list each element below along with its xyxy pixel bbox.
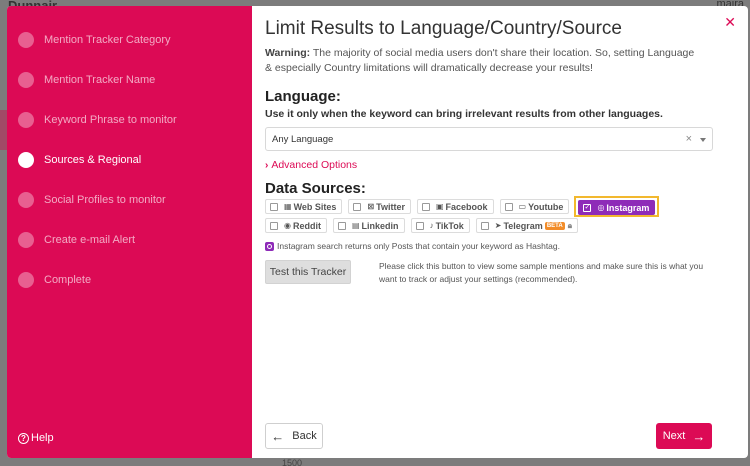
language-hint: Use it only when the keyword can bring i… <box>265 108 663 120</box>
source-label: Youtube <box>528 201 564 212</box>
next-label: Next <box>662 430 686 442</box>
checkbox[interactable] <box>270 202 278 211</box>
arrow-right-icon: → <box>692 428 706 444</box>
language-select-value: Any Language <box>272 133 334 145</box>
checkbox[interactable] <box>353 202 362 211</box>
back-label: Back <box>292 430 317 442</box>
step-dot <box>18 112 34 128</box>
source-youtube[interactable]: ▭ Youtube <box>499 199 570 214</box>
checkbox[interactable] <box>504 202 513 211</box>
question-icon: ? <box>18 432 29 444</box>
reddit-icon: ◉ <box>284 221 291 230</box>
youtube-icon: ▭ <box>518 202 527 211</box>
test-tracker-row: Test this Tracker Please click this butt… <box>265 260 748 286</box>
step-dot <box>18 232 34 248</box>
source-label: Reddit <box>292 220 321 231</box>
source-label: TikTok <box>435 220 464 231</box>
instagram-note: Instagram search returns only Posts that… <box>265 241 748 251</box>
tiktok-icon: ♪ <box>429 221 434 230</box>
step-email-alert[interactable]: Create e-mail Alert <box>18 230 135 250</box>
advanced-options-label: Advanced Options <box>271 159 358 171</box>
page-title: Limit Results to Language/Country/Source <box>265 18 622 39</box>
step-dot <box>18 152 34 168</box>
clear-icon[interactable]: × <box>686 133 692 145</box>
telegram-icon: ➤ <box>494 221 502 230</box>
step-mention-tracker-name[interactable]: Mention Tracker Name <box>18 70 155 90</box>
instagram-note-text: Instagram search returns only Posts that… <box>277 241 560 251</box>
source-telegram[interactable]: ➤ Telegram BETA 🔒︎ <box>475 218 578 233</box>
step-label: Sources & Regional <box>44 154 142 166</box>
source-twitter[interactable]: ⊠ Twitter <box>348 199 411 214</box>
step-label: Mention Tracker Name <box>44 74 156 86</box>
source-label: Instagram <box>606 202 650 213</box>
checkbox[interactable] <box>480 221 489 230</box>
source-linkedin[interactable]: ▤ Linkedin <box>332 218 405 233</box>
instagram-icon <box>265 241 274 251</box>
arrow-left-icon: ← <box>271 428 285 444</box>
facebook-icon: ▣ <box>435 202 444 211</box>
source-label: Linkedin <box>361 220 399 231</box>
tracker-wizard-modal: Mention Tracker Category Mention Tracker… <box>7 6 748 458</box>
checkbox[interactable] <box>415 221 424 230</box>
instagram-highlight: ✓ ◎ Instagram <box>574 196 660 217</box>
step-label: Mention Tracker Category <box>44 34 171 46</box>
data-sources-heading: Data Sources: <box>265 180 366 197</box>
globe-icon: ▦ <box>284 202 292 211</box>
warning-text: Warning: The majority of social media us… <box>265 46 695 76</box>
background-axis-value: 1500 <box>282 458 303 466</box>
linkedin-icon: ▤ <box>351 221 360 230</box>
source-label: Twitter <box>376 201 405 212</box>
step-complete[interactable]: Complete <box>18 270 91 290</box>
step-label: Social Profiles to monitor <box>44 194 166 206</box>
source-web-sites[interactable]: ▦ Web Sites <box>265 199 343 214</box>
x-twitter-icon: ⊠ <box>367 202 375 211</box>
source-label: Telegram <box>503 220 543 231</box>
checkbox[interactable] <box>270 221 278 230</box>
source-reddit[interactable]: ◉ Reddit <box>265 218 327 233</box>
step-dot <box>18 192 34 208</box>
source-label: Web Sites <box>293 201 337 212</box>
step-mention-tracker-category[interactable]: Mention Tracker Category <box>18 30 171 50</box>
warning-prefix: Warning: <box>265 47 311 59</box>
step-keyword-phrase[interactable]: Keyword Phrase to monitor <box>18 110 177 130</box>
warning-body: The majority of social media users don't… <box>265 47 695 74</box>
source-instagram[interactable]: ✓ ◎ Instagram <box>578 200 656 215</box>
help-link[interactable]: ? Help <box>18 432 54 444</box>
language-heading: Language: <box>265 88 341 105</box>
checkbox[interactable] <box>337 221 346 230</box>
test-tracker-button[interactable]: Test this Tracker <box>265 260 351 284</box>
step-dot <box>18 32 34 48</box>
instagram-icon: ◎ <box>597 203 605 212</box>
source-facebook[interactable]: ▣ Facebook <box>416 199 494 214</box>
chevron-right-icon: › <box>265 159 269 171</box>
step-social-profiles[interactable]: Social Profiles to monitor <box>18 190 166 210</box>
beta-badge: BETA <box>544 221 565 230</box>
step-label: Complete <box>44 274 92 286</box>
back-button[interactable]: ← Back <box>265 423 323 449</box>
advanced-options-link[interactable]: › Advanced Options <box>265 159 748 171</box>
checkbox[interactable] <box>421 202 430 211</box>
step-dot <box>18 72 34 88</box>
source-label: Facebook <box>445 201 488 212</box>
language-select[interactable]: Any Language × <box>265 127 713 151</box>
close-icon[interactable]: ✕ <box>724 14 736 31</box>
help-label: Help <box>31 432 54 444</box>
next-button[interactable]: Next → <box>656 423 712 449</box>
step-label: Create e-mail Alert <box>44 234 136 246</box>
data-sources-list: ▦ Web Sites ⊠ Twitter ▣ Facebook ▭ Youtu… <box>265 196 725 237</box>
step-sources-regional[interactable]: Sources & Regional <box>18 150 141 170</box>
source-tiktok[interactable]: ♪ TikTok <box>410 218 470 233</box>
step-dot <box>18 272 34 288</box>
step-label: Keyword Phrase to monitor <box>44 114 177 126</box>
lock-icon: 🔒︎ <box>567 220 572 230</box>
chevron-down-icon <box>700 138 706 142</box>
wizard-content: ✕ Limit Results to Language/Country/Sour… <box>252 6 748 458</box>
checkbox-checked[interactable]: ✓ <box>583 203 592 212</box>
wizard-sidebar: Mention Tracker Category Mention Tracker… <box>7 6 252 458</box>
test-tracker-description: Please click this button to view some sa… <box>379 261 704 284</box>
